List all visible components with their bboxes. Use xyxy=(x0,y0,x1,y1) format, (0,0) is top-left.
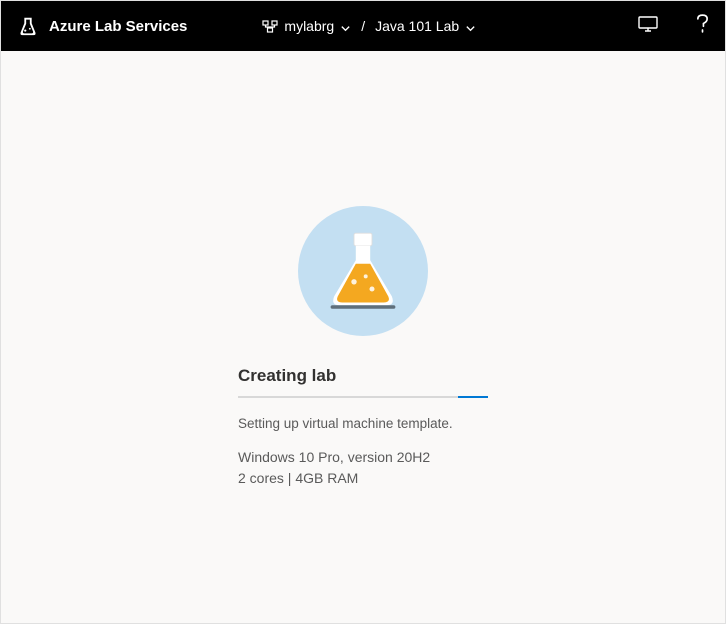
product-name: Azure Lab Services xyxy=(49,18,187,35)
resource-group-name: mylabrg xyxy=(284,18,334,34)
vm-monitor-icon[interactable] xyxy=(638,16,658,37)
flask-illustration xyxy=(298,206,428,336)
product-logo-section[interactable]: Azure Lab Services xyxy=(17,15,187,37)
chevron-down-icon xyxy=(340,21,351,32)
breadcrumb: mylabrg / Java 101 Lab xyxy=(262,18,476,34)
lab-selector[interactable]: Java 101 Lab xyxy=(375,18,476,34)
chevron-down-icon xyxy=(465,21,476,32)
main-content: Creating lab Setting up virtual machine … xyxy=(1,51,725,623)
resource-group-selector[interactable]: mylabrg xyxy=(262,18,351,34)
lab-name: Java 101 Lab xyxy=(375,18,459,34)
status-subtitle: Setting up virtual machine template. xyxy=(238,416,488,431)
help-icon[interactable] xyxy=(696,14,709,38)
progress-bar xyxy=(238,396,488,398)
status-title: Creating lab xyxy=(238,366,488,386)
top-bar: Azure Lab Services mylabrg / Java 101 La… xyxy=(1,1,725,51)
progress-fill xyxy=(458,396,488,398)
status-block: Creating lab Setting up virtual machine … xyxy=(238,366,488,489)
breadcrumb-separator: / xyxy=(361,18,365,34)
vm-os-info: Windows 10 Pro, version 20H2 xyxy=(238,447,488,468)
azure-lab-logo-icon xyxy=(17,15,39,37)
resource-group-icon xyxy=(262,18,278,34)
vm-hardware-info: 2 cores | 4GB RAM xyxy=(238,468,488,489)
vm-info: Windows 10 Pro, version 20H2 2 cores | 4… xyxy=(238,447,488,489)
header-actions xyxy=(638,14,709,38)
